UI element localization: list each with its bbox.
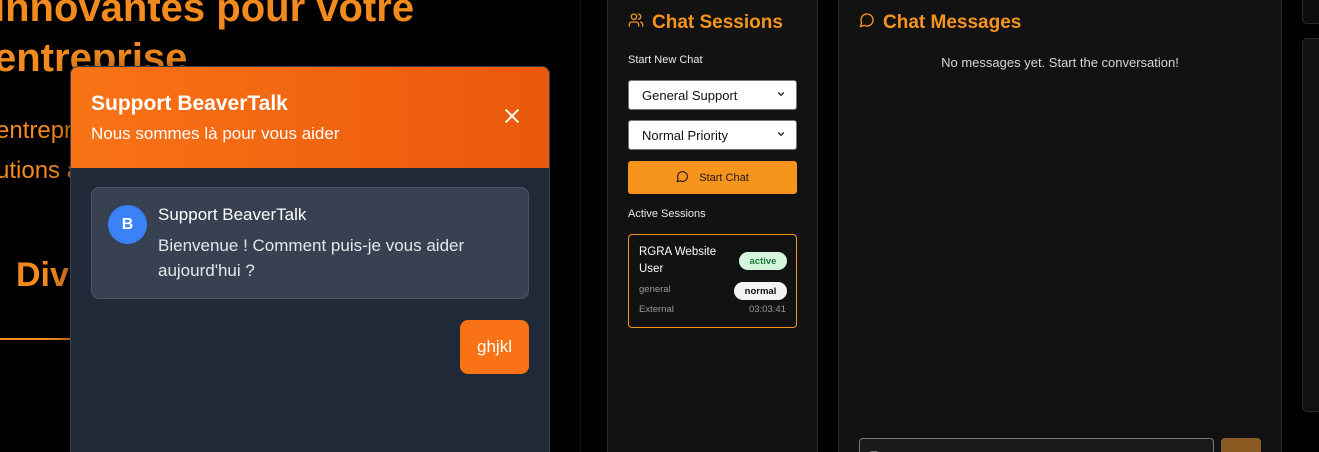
bot-message-bubble: B Support BeaverTalk Bienvenue ! Comment…: [91, 187, 529, 299]
widget-subtitle: Nous sommes là pour vous aider: [91, 124, 340, 143]
widget-header: Support BeaverTalk Nous sommes là pour v…: [71, 67, 549, 168]
priority-select[interactable]: Normal Priority: [628, 120, 797, 150]
session-time: 03:03:41: [749, 304, 786, 315]
session-name: RGRA Website User: [639, 246, 717, 275]
message-circle-icon: [859, 12, 875, 34]
session-category: general: [639, 284, 671, 295]
hero-section-heading: Div: [16, 256, 69, 294]
hero-subtitle-line2: utions a: [0, 157, 81, 184]
hero-subtitle-line1: entrepr: [0, 117, 73, 144]
column-separator: [580, 0, 581, 452]
status-badge: active: [739, 252, 787, 270]
priority-badge: normal: [734, 282, 787, 300]
message-circle-icon: [676, 170, 689, 186]
chat-sessions-header: Chat Sessions: [628, 12, 783, 34]
user-message-bubble: ghjkl: [460, 320, 529, 374]
chat-messages-header: Chat Messages: [859, 12, 1021, 34]
close-button[interactable]: [499, 105, 525, 131]
users-icon: [628, 12, 644, 34]
close-icon: [502, 106, 522, 131]
chevron-down-icon: [776, 129, 786, 142]
category-select[interactable]: General Support: [628, 80, 797, 110]
right-panel: [1302, 38, 1319, 412]
chevron-down-icon: [776, 89, 786, 102]
hero-divider: [0, 338, 72, 340]
session-card[interactable]: RGRA Website User active general normal …: [628, 234, 797, 328]
active-sessions-label: Active Sessions: [628, 208, 706, 220]
start-new-chat-label: Start New Chat: [628, 54, 703, 66]
right-panel-button[interactable]: [1302, 0, 1319, 24]
support-chat-widget: Support BeaverTalk Nous sommes là pour v…: [70, 66, 550, 452]
hero-title-line1: innovantes pour votre: [0, 0, 415, 30]
category-select-value: General Support: [642, 87, 738, 103]
start-chat-label: Start Chat: [699, 171, 749, 184]
priority-select-value: Normal Priority: [642, 127, 728, 143]
chat-messages-title: Chat Messages: [883, 12, 1022, 33]
chat-sessions-title: Chat Sessions: [652, 12, 783, 33]
bot-message-text: Bienvenue ! Comment puis-je vous aider a…: [158, 236, 465, 280]
send-button[interactable]: [1221, 438, 1261, 452]
avatar: B: [108, 205, 147, 244]
message-input[interactable]: [859, 438, 1214, 452]
bot-name: Support BeaverTalk: [158, 205, 307, 224]
empty-messages-text: No messages yet. Start the conversation!: [941, 55, 1179, 70]
widget-title: Support BeaverTalk: [91, 92, 288, 115]
session-source: External: [639, 304, 674, 315]
app-root: innovantes pour votre entreprise entrepr…: [0, 0, 1319, 452]
start-chat-button[interactable]: Start Chat: [628, 161, 797, 194]
chat-messages-panel: Chat Messages No messages yet. Start the…: [838, 0, 1282, 452]
chat-sessions-panel: Chat Sessions Start New Chat General Sup…: [607, 0, 818, 452]
